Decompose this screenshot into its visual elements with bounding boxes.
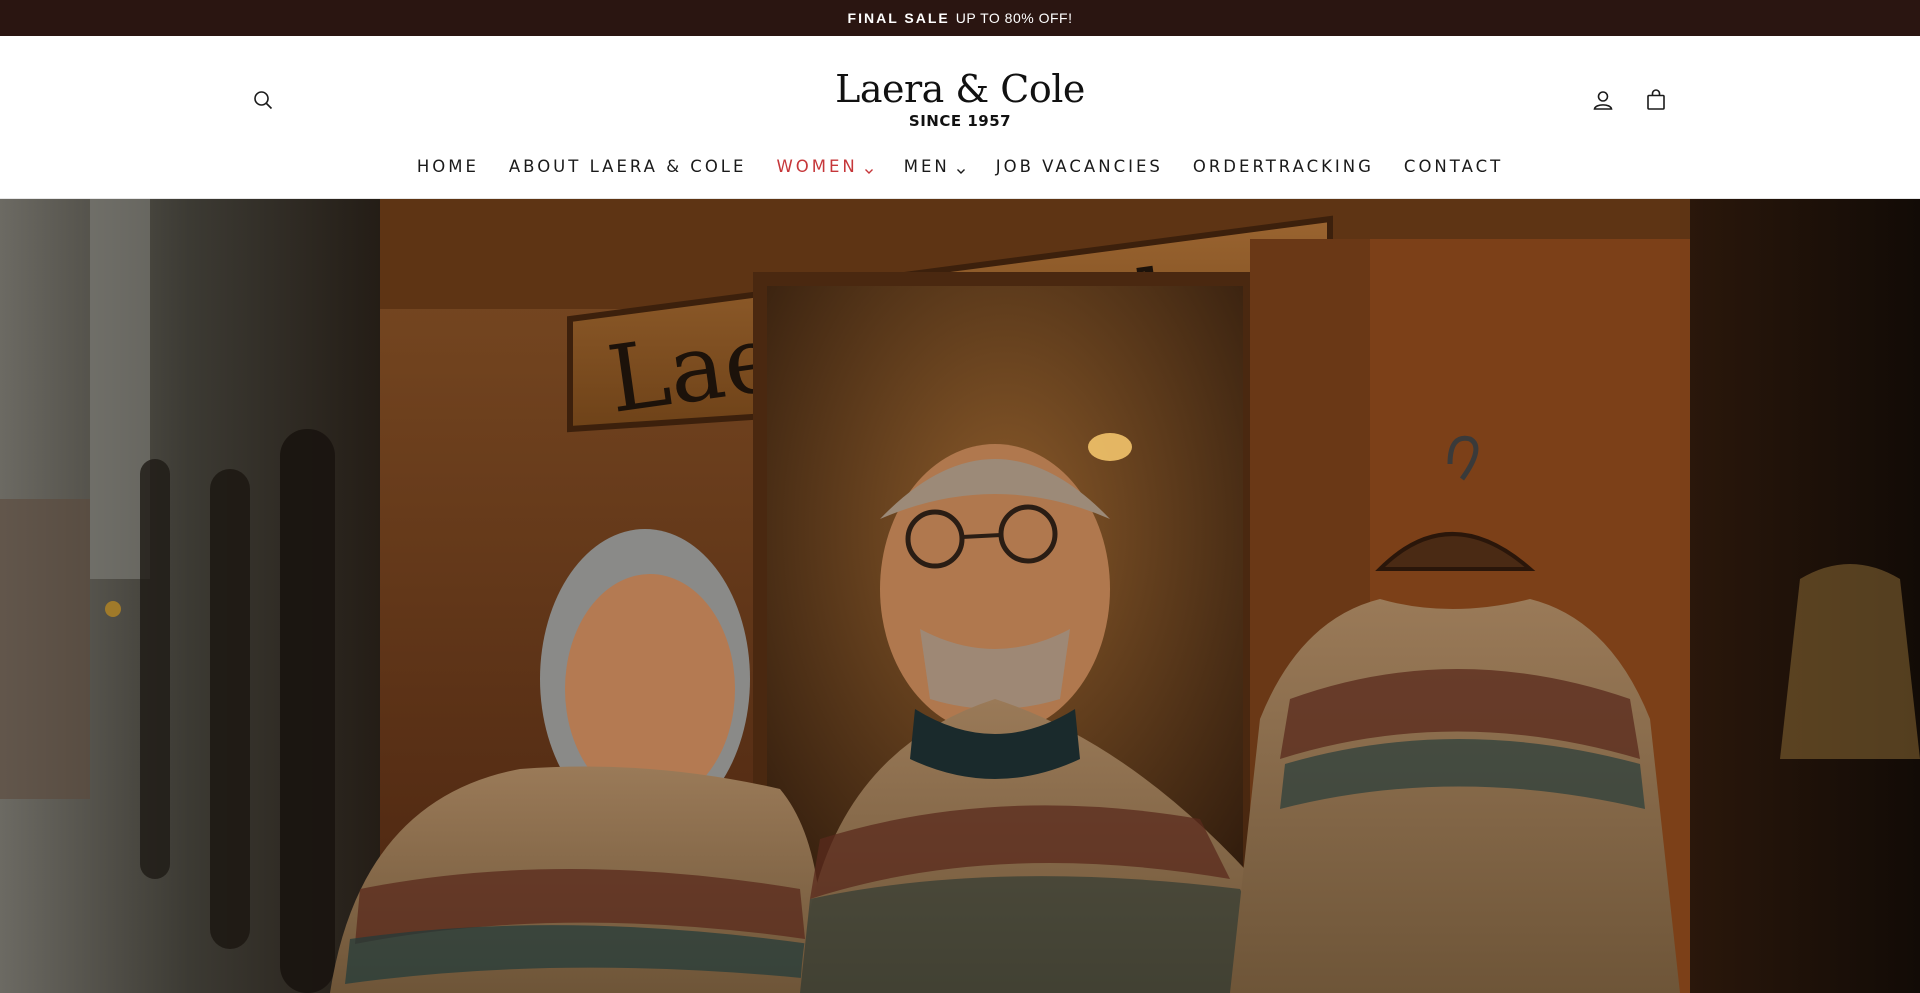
cart-button[interactable]: [1638, 82, 1674, 118]
bag-icon: [1647, 89, 1665, 110]
search-button[interactable]: [245, 82, 281, 118]
nav-item-contact[interactable]: CONTACT: [1389, 157, 1518, 176]
hero-banner[interactable]: Laera & Cole: [0, 199, 1920, 993]
search-icon: [254, 91, 273, 110]
nav-item-men[interactable]: MEN: [889, 157, 981, 176]
chevron-down-icon: [864, 161, 874, 174]
nav-item-label: MEN: [903, 156, 950, 176]
nav-item-home[interactable]: HOME: [402, 157, 494, 176]
nav-item-label: HOME: [416, 156, 479, 176]
chevron-down-icon: [956, 161, 966, 174]
announcement-bar[interactable]: FINAL SALE UP TO 80% OFF!: [0, 0, 1920, 36]
nav-item-label: WOMEN: [776, 156, 858, 176]
nav-item-label: CONTACT: [1403, 156, 1504, 176]
announcement-text: UP TO 80% OFF!: [955, 10, 1073, 26]
user-icon: [1593, 91, 1613, 110]
nav-item-label: JOB VACANCIES: [995, 156, 1163, 176]
nav-item-label: ORDERTRACKING: [1192, 156, 1374, 176]
brand-tagline: SINCE 1957: [908, 112, 1012, 130]
account-button[interactable]: [1585, 82, 1621, 118]
announcement-strong: FINAL SALE: [847, 10, 950, 26]
nav-item-women[interactable]: WOMEN: [761, 157, 888, 176]
nav-item-label: ABOUT LAERA & COLE: [508, 156, 747, 176]
site-header: Laera & Cole SINCE 1957 HOME ABOUT LAERA…: [0, 36, 1920, 199]
nav-item-about[interactable]: ABOUT LAERA & COLE: [494, 157, 762, 176]
logo[interactable]: Laera & Cole SINCE 1957: [760, 70, 1160, 130]
nav-item-ordertracking[interactable]: ORDERTRACKING: [1178, 157, 1389, 176]
nav-item-job-vacancies[interactable]: JOB VACANCIES: [981, 157, 1178, 176]
brand-name: Laera & Cole: [835, 67, 1085, 111]
main-nav: HOME ABOUT LAERA & COLE WOMEN MEN JOB VA…: [0, 150, 1920, 182]
hero-image: Laera & Cole: [0, 199, 1920, 993]
